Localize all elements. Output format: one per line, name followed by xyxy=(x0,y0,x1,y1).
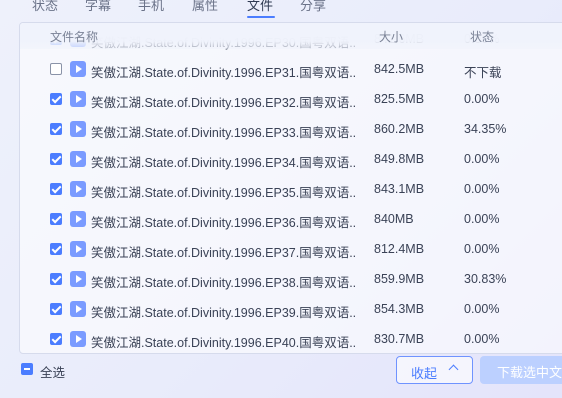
file-size: 843.1MB xyxy=(374,182,425,196)
file-row[interactable]: 笑傲江湖.State.of.Divinity.1996.EP33.国粤双语...… xyxy=(20,116,562,146)
collapse-label: 收起 xyxy=(411,366,438,381)
tab-status[interactable]: 状态 xyxy=(32,0,58,15)
file-name: 笑傲江湖.State.of.Divinity.1996.EP32.国粤双语... xyxy=(91,96,356,110)
select-all-label[interactable]: 全选 xyxy=(40,362,65,381)
tab-share[interactable]: 分享 xyxy=(300,0,326,15)
file-checkbox[interactable] xyxy=(50,333,62,345)
file-checkbox[interactable] xyxy=(50,153,62,165)
file-list-panel[interactable]: 笑傲江湖.State.of.Divinity.1996.EP30.国粤双语...… xyxy=(19,22,562,354)
video-file-icon xyxy=(70,241,86,257)
file-status: 30.83% xyxy=(464,272,507,286)
column-header-status: 状态 xyxy=(470,30,495,44)
file-name: 笑傲江湖.State.of.Divinity.1996.EP35.国粤双语... xyxy=(91,186,356,200)
file-row[interactable]: 笑傲江湖.State.of.Divinity.1996.EP31.国粤双语...… xyxy=(20,56,562,86)
file-size: 812.4MB xyxy=(374,242,425,256)
tab-bar: 状态 字幕 手机 属性 文件 分享 xyxy=(0,0,562,20)
file-row[interactable]: 笑傲江湖.State.of.Divinity.1996.EP34.国粤双语...… xyxy=(20,146,562,176)
file-row[interactable]: 笑傲江湖.State.of.Divinity.1996.EP40.国粤双语...… xyxy=(20,326,562,353)
column-header-name: 文件名称 xyxy=(50,30,99,44)
video-file-icon xyxy=(70,331,86,347)
select-all-checkbox[interactable] xyxy=(21,363,33,375)
file-status: 不下载 xyxy=(464,66,502,80)
file-status: 0.00% xyxy=(464,302,500,316)
file-name: 笑傲江湖.State.of.Divinity.1996.EP37.国粤双语... xyxy=(91,246,356,260)
file-status: 0.00% xyxy=(464,92,500,106)
file-status: 0.00% xyxy=(464,332,500,346)
active-tab-indicator xyxy=(247,16,275,18)
file-size: 825.5MB xyxy=(374,92,425,106)
file-name: 笑傲江湖.State.of.Divinity.1996.EP39.国粤双语... xyxy=(91,306,356,320)
file-row[interactable]: 笑傲江湖.State.of.Divinity.1996.EP35.国粤双语...… xyxy=(20,176,562,206)
file-checkbox[interactable] xyxy=(50,63,62,75)
file-status: 0.00% xyxy=(464,152,500,166)
video-file-icon xyxy=(70,121,86,137)
download-selected-button[interactable]: 下载选中文件 xyxy=(480,356,562,384)
file-name: 笑傲江湖.State.of.Divinity.1996.EP31.国粤双语... xyxy=(91,66,356,80)
file-name: 笑傲江湖.State.of.Divinity.1996.EP34.国粤双语... xyxy=(91,156,356,170)
file-list-header: 文件名称 大小 状态 xyxy=(20,23,562,49)
file-checkbox[interactable] xyxy=(50,243,62,255)
column-header-size: 大小 xyxy=(379,30,404,44)
file-status: 0.00% xyxy=(464,212,500,226)
file-size: 840MB xyxy=(374,212,414,226)
file-row[interactable]: 笑傲江湖.State.of.Divinity.1996.EP38.国粤双语...… xyxy=(20,266,562,296)
file-checkbox[interactable] xyxy=(50,93,62,105)
download-selected-label: 下载选中文件 xyxy=(497,365,562,380)
tab-mobile[interactable]: 手机 xyxy=(138,0,164,15)
file-size: 860.2MB xyxy=(374,122,425,136)
video-file-icon xyxy=(70,211,86,227)
file-name: 笑傲江湖.State.of.Divinity.1996.EP33.国粤双语... xyxy=(91,126,356,140)
video-file-icon xyxy=(70,301,86,317)
file-size: 854.3MB xyxy=(374,302,425,316)
file-row[interactable]: 笑傲江湖.State.of.Divinity.1996.EP32.国粤双语...… xyxy=(20,86,562,116)
file-name: 笑傲江湖.State.of.Divinity.1996.EP40.国粤双语... xyxy=(91,336,356,350)
file-size: 830.7MB xyxy=(374,332,425,346)
file-checkbox[interactable] xyxy=(50,273,62,285)
file-checkbox[interactable] xyxy=(50,123,62,135)
file-status: 0.00% xyxy=(464,242,500,256)
collapse-button[interactable]: 收起 xyxy=(396,356,473,384)
file-status: 34.35% xyxy=(464,122,507,136)
chevron-up-icon xyxy=(448,364,459,375)
tab-subtitles[interactable]: 字幕 xyxy=(85,0,111,15)
video-file-icon xyxy=(70,91,86,107)
file-checkbox[interactable] xyxy=(50,303,62,315)
file-row[interactable]: 笑傲江湖.State.of.Divinity.1996.EP36.国粤双语...… xyxy=(20,206,562,236)
file-status: 0.00% xyxy=(464,182,500,196)
video-file-icon xyxy=(70,151,86,167)
file-size: 859.9MB xyxy=(374,272,425,286)
file-name: 笑傲江湖.State.of.Divinity.1996.EP38.国粤双语... xyxy=(91,276,356,290)
tab-properties[interactable]: 属性 xyxy=(192,0,218,15)
tab-files[interactable]: 文件 xyxy=(247,0,273,15)
video-file-icon xyxy=(70,181,86,197)
video-file-icon xyxy=(70,61,86,77)
video-file-icon xyxy=(70,271,86,287)
file-size: 842.5MB xyxy=(374,62,425,76)
file-row[interactable]: 笑傲江湖.State.of.Divinity.1996.EP37.国粤双语...… xyxy=(20,236,562,266)
file-name: 笑傲江湖.State.of.Divinity.1996.EP36.国粤双语... xyxy=(91,216,356,230)
file-row[interactable]: 笑傲江湖.State.of.Divinity.1996.EP39.国粤双语...… xyxy=(20,296,562,326)
file-checkbox[interactable] xyxy=(50,183,62,195)
file-checkbox[interactable] xyxy=(50,213,62,225)
file-size: 849.8MB xyxy=(374,152,425,166)
